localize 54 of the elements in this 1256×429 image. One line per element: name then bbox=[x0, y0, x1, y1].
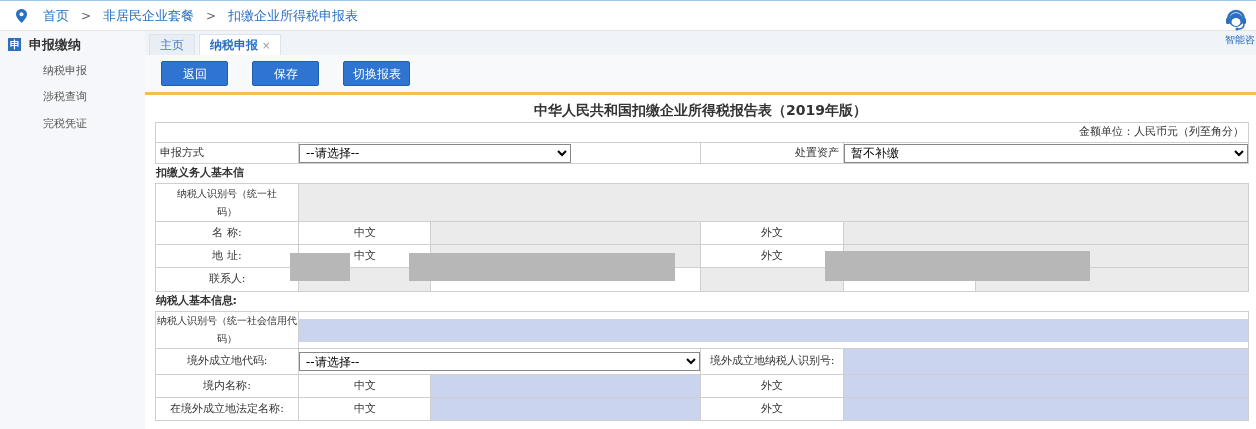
section-heading: 纳税人基本信息: bbox=[155, 294, 237, 308]
field-label: 境外成立地代码: bbox=[186, 354, 268, 368]
breadcrumb-link[interactable]: 首页 bbox=[43, 5, 69, 26]
text-input[interactable] bbox=[843, 374, 1249, 398]
dropdown[interactable]: 暂不补缴 bbox=[844, 143, 1248, 163]
field-label: 中文 bbox=[353, 378, 376, 392]
field-label: 处置资产 bbox=[795, 145, 839, 159]
field-label: 纳税人识别号（统一社会信用代 bbox=[157, 314, 297, 328]
field-label: 境外成立地纳税人识别号: bbox=[709, 354, 835, 368]
field-label: 中文 bbox=[353, 401, 376, 415]
field-label: 纳税人识别号（统一社 bbox=[177, 186, 277, 201]
field-label: 中文 bbox=[353, 248, 376, 262]
field-label: 名 称: bbox=[212, 225, 242, 239]
assistant-label[interactable]: 智能咨 bbox=[1225, 32, 1255, 47]
field-label: 境内名称: bbox=[203, 378, 251, 392]
field-label: 外文 bbox=[761, 378, 783, 392]
tab[interactable]: 纳税申报 × bbox=[199, 34, 282, 55]
menu-section-icon: 申 bbox=[8, 38, 21, 52]
sidebar-item[interactable]: 涉税查询 bbox=[0, 85, 145, 112]
field-label: 码） bbox=[217, 332, 237, 346]
breadcrumb-separator: > bbox=[206, 7, 217, 25]
sidebar-heading: 申报缴纳 bbox=[29, 36, 81, 54]
close-icon[interactable]: × bbox=[262, 40, 271, 51]
text-input[interactable] bbox=[843, 348, 1249, 375]
unit-note: 金额单位：人民币元（列至角分） bbox=[1079, 125, 1244, 139]
text-input[interactable] bbox=[430, 397, 701, 421]
breadcrumb-link[interactable]: 扣缴企业所得税申报表 bbox=[228, 5, 359, 26]
section-heading: 扣缴义务人基本信 bbox=[155, 166, 244, 180]
toolbar-button[interactable]: 切换报表 bbox=[343, 61, 410, 86]
breadcrumb-separator: > bbox=[81, 7, 92, 25]
field-label: 地 址: bbox=[212, 248, 242, 262]
form-title: 中华人民共和国扣缴企业所得税报告表（2019年版） bbox=[533, 101, 868, 120]
text-input[interactable] bbox=[430, 374, 701, 398]
redaction-block bbox=[290, 253, 350, 281]
field-label: 在境外成立地法定名称: bbox=[170, 401, 284, 415]
headset-icon[interactable] bbox=[1225, 8, 1247, 32]
text-input[interactable] bbox=[299, 318, 1248, 342]
toolbar-button[interactable]: 返回 bbox=[161, 61, 228, 86]
field-label: 外文 bbox=[761, 225, 783, 239]
field-label: 联系人: bbox=[208, 272, 246, 286]
text-input[interactable] bbox=[843, 397, 1249, 421]
tab[interactable]: 主页 bbox=[149, 34, 195, 55]
field-label: 中文 bbox=[353, 225, 376, 239]
field-label: 外文 bbox=[761, 248, 783, 262]
location-pin-icon bbox=[16, 8, 27, 23]
field-label: 外文 bbox=[761, 401, 783, 415]
breadcrumb-link[interactable]: 非居民企业套餐 bbox=[103, 5, 195, 26]
field-label: 申报方式 bbox=[160, 145, 204, 159]
dropdown[interactable]: --请选择-- bbox=[299, 143, 571, 163]
field-label: 码） bbox=[217, 204, 237, 219]
sidebar-item[interactable]: 完税凭证 bbox=[0, 111, 145, 138]
dropdown[interactable]: --请选择-- bbox=[299, 352, 700, 371]
toolbar-button[interactable]: 保存 bbox=[252, 61, 319, 86]
sidebar-item[interactable]: 纳税申报 bbox=[0, 58, 145, 85]
